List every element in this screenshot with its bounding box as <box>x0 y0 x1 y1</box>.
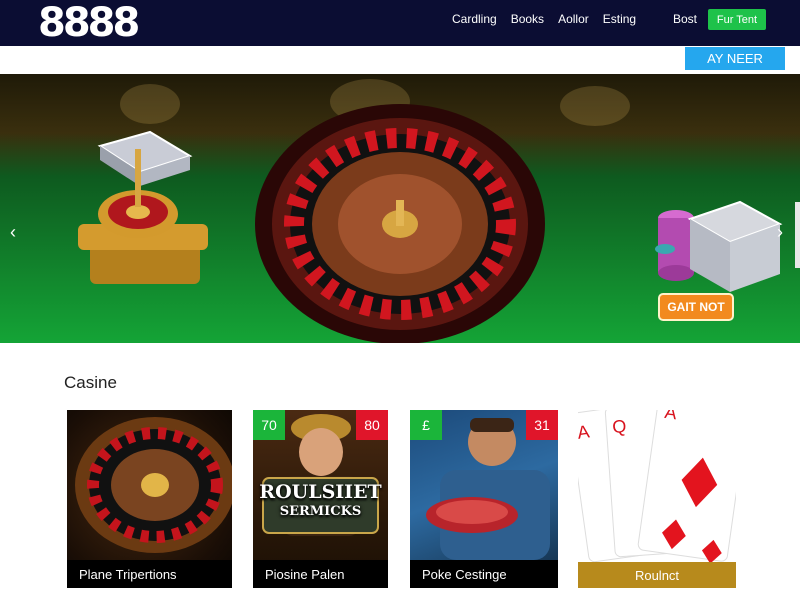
top-header: 8888 Cardling Books Aollor Esting Bost F… <box>0 0 800 46</box>
site-logo[interactable]: 8888 <box>38 0 140 46</box>
carousel-next-icon[interactable]: › <box>777 222 783 243</box>
game-card-label: Roulnct <box>578 562 736 588</box>
game-card[interactable]: 70 80 ROULSIIET SERMICKS Piosine Palen <box>253 410 388 588</box>
card-game-title: ROULSIIET SERMICKS <box>257 482 384 522</box>
svg-text:Q: Q <box>612 416 627 437</box>
game-card-label: Piosine Palen <box>253 560 388 588</box>
header-cta-button[interactable]: Fur Tent <box>708 9 766 30</box>
card-badge-right: 80 <box>356 410 388 440</box>
game-card[interactable]: A Q A Roulnct <box>578 410 736 588</box>
sub-bar <box>0 46 800 74</box>
roulette-wheel-icon <box>255 104 545 343</box>
roulette-wheel-icon <box>75 417 232 553</box>
card-deck-icon <box>97 130 193 186</box>
nav-item-aollor[interactable]: Aollor <box>558 12 589 26</box>
game-card[interactable]: £ 31 Poke Cestinge <box>410 410 558 588</box>
card-badge-right: 31 <box>526 410 558 440</box>
nav-item-books[interactable]: Books <box>511 12 544 26</box>
main-nav: Cardling Books Aollor Esting <box>452 12 636 26</box>
poker-chips-icon <box>655 210 694 281</box>
card-badge-left: 70 <box>253 410 285 440</box>
game-card[interactable]: Plane Tripertions <box>67 410 232 588</box>
section-title: Casine <box>64 373 117 392</box>
hero-cta-button[interactable]: GAIT NOT <box>658 293 734 321</box>
game-card-label: Poke Cestinge <box>410 560 558 588</box>
carousel-prev-icon[interactable]: ‹ <box>10 222 16 243</box>
subbar-cta-button[interactable]: AY NEER <box>685 47 785 70</box>
game-card-label: Plane Tripertions <box>67 560 232 588</box>
card-badge-left: £ <box>410 410 442 440</box>
slider-edge <box>795 202 800 268</box>
card-deck-icon <box>687 200 783 292</box>
nav-item-esting[interactable]: Esting <box>603 12 636 26</box>
card-heading-main: ROULSIIET <box>259 481 382 503</box>
card-heading-sub: SERMICKS <box>279 504 362 519</box>
nav-item-cardling[interactable]: Cardling <box>452 12 497 26</box>
nav-item-best[interactable]: Bost <box>673 12 697 26</box>
